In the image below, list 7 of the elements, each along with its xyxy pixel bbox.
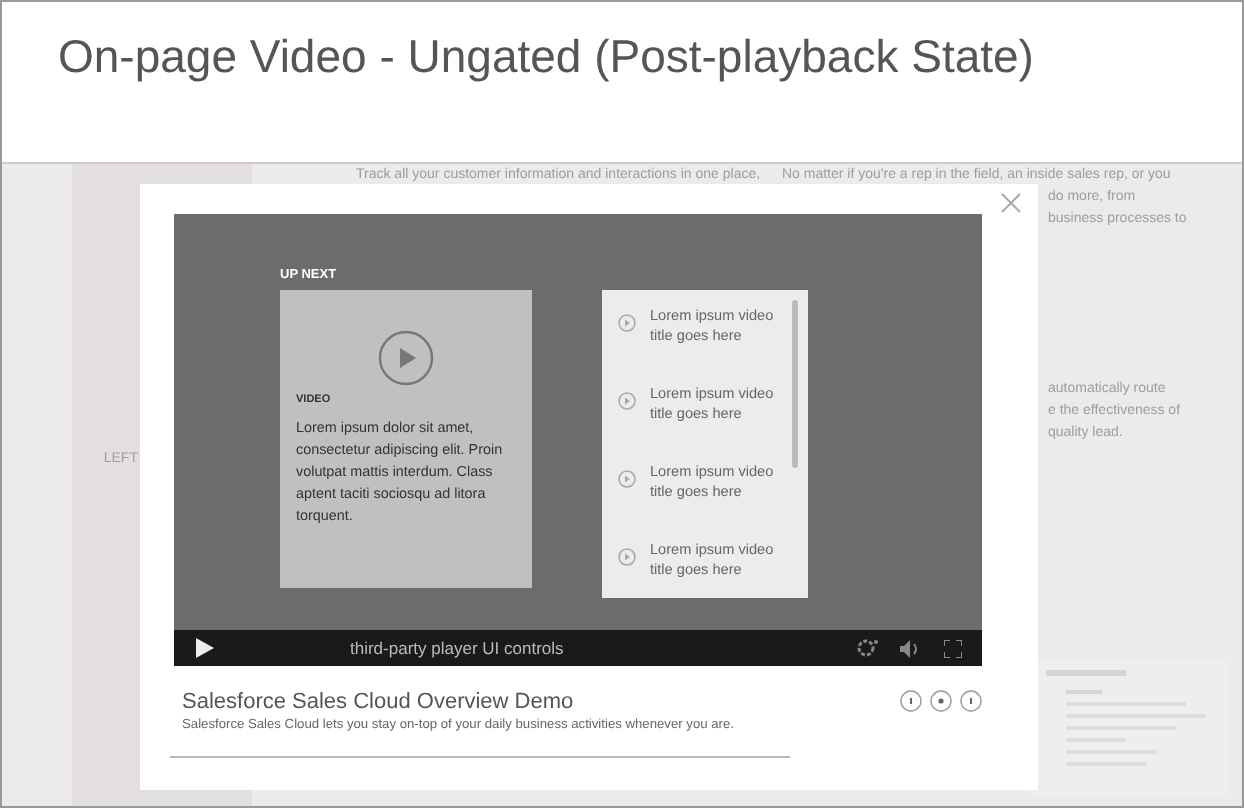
volume-icon[interactable] [900,639,920,657]
page-title: On-page Video - Ungated (Post-playback State) [58,30,1036,86]
controls-label: third-party player UI controls [350,635,566,661]
scrollbar[interactable] [792,300,798,468]
play-icon[interactable] [194,638,214,658]
fullscreen-icon[interactable] [944,639,962,657]
video-title: Salesforce Sales Cloud Overview Demo [182,688,574,718]
